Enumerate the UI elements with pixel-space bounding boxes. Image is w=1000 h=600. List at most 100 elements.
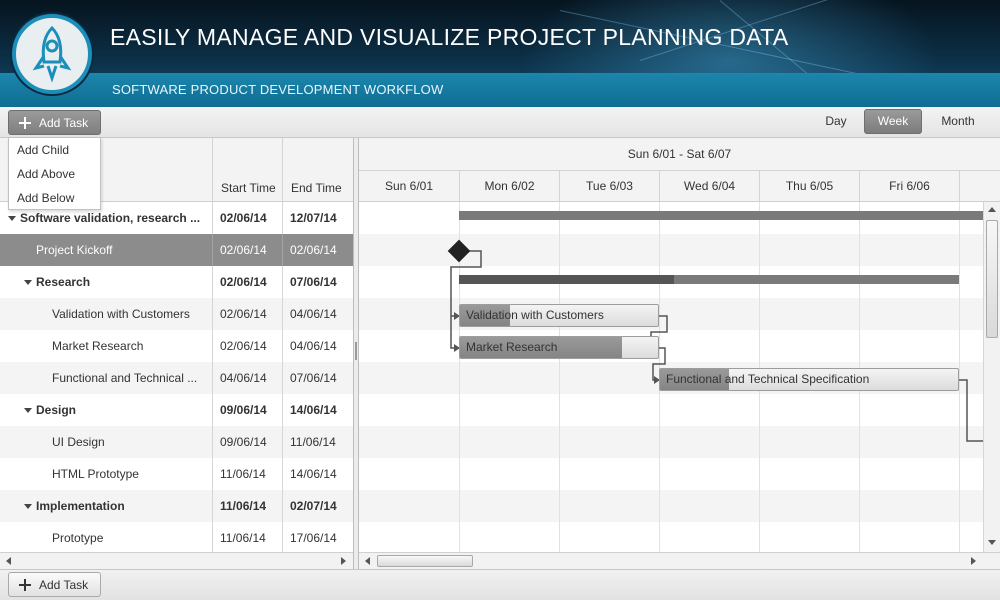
task-name-cell: Implementation bbox=[24, 490, 208, 522]
task-name: UI Design bbox=[52, 435, 105, 449]
end-time-cell: 02/07/14 bbox=[282, 490, 353, 522]
task-name: Validation with Customers bbox=[52, 307, 190, 321]
rocket-icon bbox=[32, 25, 72, 83]
start-time-cell: 09/06/14 bbox=[212, 426, 282, 458]
task-bar-label: Market Research bbox=[466, 340, 558, 354]
task-bar-label: Functional and Technical Specification bbox=[666, 372, 870, 386]
scroll-up-arrow[interactable] bbox=[988, 207, 996, 212]
end-time-cell: 04/06/14 bbox=[282, 330, 353, 362]
table-row[interactable]: Project Kickoff 02/06/14 02/06/14 bbox=[0, 234, 353, 266]
task-name-cell: UI Design bbox=[40, 426, 208, 458]
start-time-cell: 04/06/14 bbox=[212, 362, 282, 394]
task-name-cell: Research bbox=[24, 266, 208, 298]
dependency-lines bbox=[450, 250, 1000, 442]
task-bar-market[interactable]: Market Research bbox=[459, 336, 659, 359]
end-time-cell: 02/06/14 bbox=[282, 234, 353, 266]
task-name: Prototype bbox=[52, 531, 104, 545]
start-time-cell: 11/06/14 bbox=[212, 490, 282, 522]
summary-bar-research[interactable] bbox=[459, 275, 959, 284]
header-banner: EASILY MANAGE AND VISUALIZE PROJECT PLAN… bbox=[0, 0, 1000, 107]
task-name-cell: HTML Prototype bbox=[40, 458, 208, 490]
column-header-start[interactable]: Start Time bbox=[212, 138, 282, 202]
end-time-cell: 07/06/14 bbox=[282, 362, 353, 394]
table-row[interactable]: Research 02/06/14 07/06/14 bbox=[0, 266, 353, 298]
gantt-chart: Sun 6/01 - Sat 6/07 Sun 6/01 Mon 6/02 Tu… bbox=[359, 138, 1000, 552]
expand-toggle-icon[interactable] bbox=[8, 216, 16, 222]
table-row[interactable]: Validation with Customers 02/06/14 04/06/1… bbox=[0, 298, 353, 330]
expand-toggle-icon[interactable] bbox=[24, 280, 32, 286]
grid-horizontal-scrollbar[interactable] bbox=[0, 552, 353, 569]
column-header-end[interactable]: End Time bbox=[282, 138, 353, 202]
end-time-header: End Time bbox=[291, 181, 342, 195]
start-time-cell: 02/06/14 bbox=[212, 298, 282, 330]
plus-icon bbox=[19, 116, 31, 129]
task-name: HTML Prototype bbox=[52, 467, 139, 481]
end-time-cell: 14/06/14 bbox=[282, 394, 353, 426]
task-bar-validation[interactable]: Validation with Customers bbox=[459, 304, 659, 327]
view-month-button[interactable]: Month bbox=[930, 109, 986, 134]
task-name-cell: Project Kickoff bbox=[24, 234, 208, 266]
add-task-button[interactable]: Add Task bbox=[8, 110, 101, 135]
scroll-down-arrow[interactable] bbox=[988, 540, 996, 545]
menu-item-add-below[interactable]: Add Below bbox=[9, 186, 100, 210]
add-task-button-bottom[interactable]: Add Task bbox=[8, 572, 101, 597]
end-time-cell: 14/06/14 bbox=[282, 458, 353, 490]
scroll-left-arrow[interactable] bbox=[6, 557, 11, 565]
expand-toggle-icon[interactable] bbox=[24, 504, 32, 510]
task-name: Research bbox=[36, 275, 91, 289]
horizontal-scroll-thumb[interactable] bbox=[377, 555, 473, 567]
vertical-scroll-thumb[interactable] bbox=[986, 220, 998, 338]
menu-item-add-above[interactable]: Add Above bbox=[9, 162, 100, 186]
view-week-button[interactable]: Week bbox=[864, 109, 922, 134]
page-subtitle: SOFTWARE PRODUCT DEVELOPMENT WORKFLOW bbox=[112, 82, 444, 97]
task-name: Project Kickoff bbox=[36, 243, 113, 257]
expand-toggle-icon[interactable] bbox=[24, 408, 32, 414]
table-row[interactable]: Prototype 11/06/14 17/06/14 bbox=[0, 522, 353, 552]
table-row[interactable]: Market Research 02/06/14 04/06/14 bbox=[0, 330, 353, 362]
table-row[interactable]: Functional and Technical ... 04/06/14 07/0… bbox=[0, 362, 353, 394]
task-bar-functional[interactable]: Functional and Technical Specification bbox=[659, 368, 959, 391]
start-time-cell: 11/06/14 bbox=[212, 458, 282, 490]
table-row[interactable]: HTML Prototype 11/06/14 14/06/14 bbox=[0, 458, 353, 490]
logo bbox=[12, 14, 92, 94]
task-name: Market Research bbox=[52, 339, 144, 353]
vertical-scrollbar[interactable] bbox=[983, 202, 1000, 552]
task-name-cell: Functional and Technical ... bbox=[40, 362, 208, 394]
task-name: Functional and Technical ... bbox=[52, 371, 198, 385]
scroll-right-arrow[interactable] bbox=[341, 557, 346, 565]
end-time-cell: 11/06/14 bbox=[282, 426, 353, 458]
plus-icon bbox=[19, 578, 31, 591]
end-time-cell: 17/06/14 bbox=[282, 522, 353, 552]
summary-bar-project[interactable] bbox=[459, 211, 1000, 220]
add-task-label: Add Task bbox=[39, 577, 89, 592]
task-name: Software validation, research ... bbox=[20, 211, 201, 225]
task-name: Implementation bbox=[36, 499, 125, 513]
task-name-cell: Prototype bbox=[40, 522, 208, 552]
task-name-cell: Design bbox=[24, 394, 208, 426]
gantt-horizontal-scrollbar[interactable] bbox=[359, 552, 1000, 569]
task-bar-label: Validation with Customers bbox=[466, 308, 604, 322]
start-time-header: Start Time bbox=[221, 181, 276, 195]
add-task-menu: Add Child Add Above Add Below bbox=[8, 137, 101, 210]
start-time-cell: 02/06/14 bbox=[212, 202, 282, 234]
footer-bar: Add Task bbox=[0, 569, 1000, 600]
start-time-cell: 02/06/14 bbox=[212, 234, 282, 266]
add-task-label: Add Task bbox=[39, 115, 89, 130]
table-row[interactable]: UI Design 09/06/14 11/06/14 bbox=[0, 426, 353, 458]
end-time-cell: 07/06/14 bbox=[282, 266, 353, 298]
task-name: Design bbox=[36, 403, 77, 417]
table-row[interactable]: Design 09/06/14 14/06/14 bbox=[0, 394, 353, 426]
start-time-cell: 02/06/14 bbox=[212, 330, 282, 362]
table-row[interactable]: Implementation 11/06/14 02/07/14 bbox=[0, 490, 353, 522]
end-time-cell: 04/06/14 bbox=[282, 298, 353, 330]
start-time-cell: 09/06/14 bbox=[212, 394, 282, 426]
task-name-cell: Validation with Customers bbox=[40, 298, 208, 330]
task-name-cell: Market Research bbox=[40, 330, 208, 362]
summary-progress bbox=[459, 275, 674, 284]
start-time-cell: 11/06/14 bbox=[212, 522, 282, 552]
start-time-cell: 02/06/14 bbox=[212, 266, 282, 298]
scroll-right-arrow[interactable] bbox=[971, 557, 976, 565]
menu-item-add-child[interactable]: Add Child bbox=[9, 138, 100, 162]
view-day-button[interactable]: Day bbox=[816, 109, 856, 134]
scroll-left-arrow[interactable] bbox=[365, 557, 370, 565]
